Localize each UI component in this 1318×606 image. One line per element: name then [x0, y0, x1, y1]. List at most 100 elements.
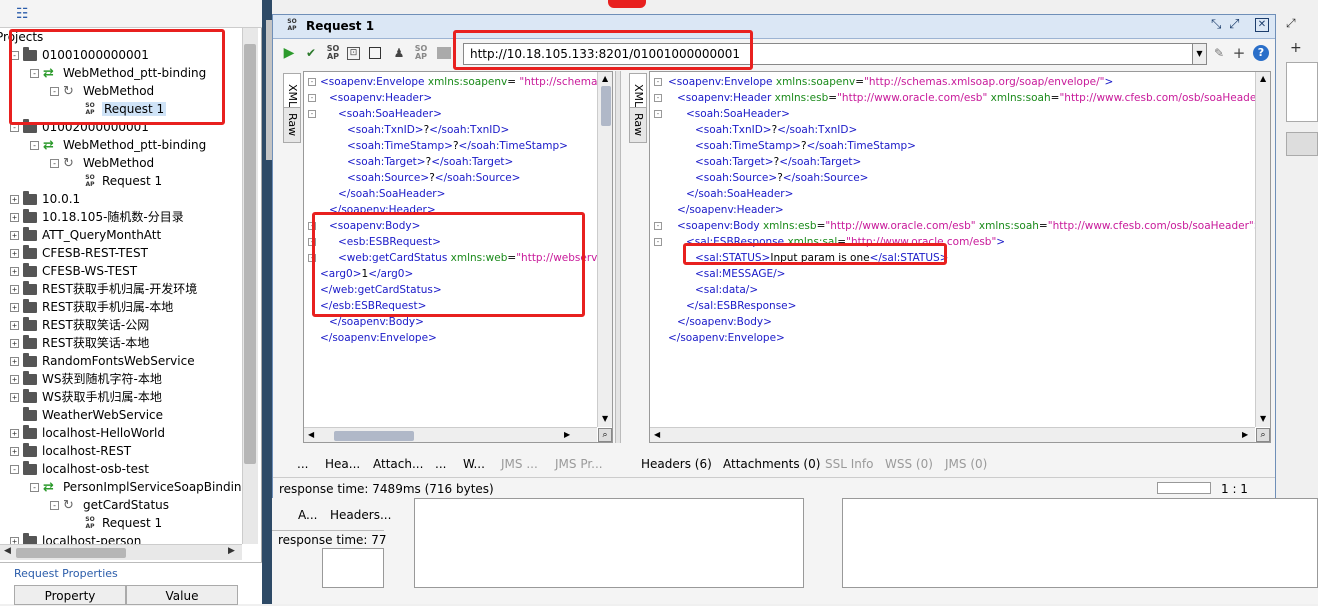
- xml-fold-toggle-icon[interactable]: -: [308, 110, 316, 118]
- bottom-tab[interactable]: ...: [297, 455, 308, 473]
- bottom-tab[interactable]: JMS ...: [501, 455, 538, 473]
- expand-toggle-icon[interactable]: +: [10, 375, 19, 384]
- request-zoom-icon[interactable]: ⌕: [598, 428, 612, 442]
- user-icon[interactable]: ♟: [391, 45, 407, 61]
- tree-item-binding[interactable]: - ⇄ WebMethod_ptt-binding: [30, 64, 206, 82]
- expand-toggle-icon[interactable]: +: [10, 231, 19, 240]
- expand-toggle-icon[interactable]: +: [10, 267, 19, 276]
- tree-item-project[interactable]: + localhost-REST: [10, 442, 131, 460]
- xml-fold-toggle-icon[interactable]: -: [308, 94, 316, 102]
- tree-item-project[interactable]: - 01001000000001: [10, 46, 149, 64]
- xml-fold-toggle-icon[interactable]: -: [654, 78, 662, 86]
- bottom-tab[interactable]: W...: [463, 455, 485, 473]
- tree-hscroll-thumb[interactable]: [16, 548, 126, 558]
- response-tab-raw[interactable]: Raw: [629, 107, 647, 143]
- tree-item-project[interactable]: + REST获取手机归属-本地: [10, 298, 173, 316]
- collapse-toggle-icon[interactable]: -: [30, 483, 39, 492]
- collapse-all-icon[interactable]: ☷: [16, 6, 29, 22]
- expand-toggle-icon[interactable]: +: [10, 447, 19, 456]
- tree-item-project[interactable]: - localhost-osb-test: [10, 460, 149, 478]
- xml-fold-toggle-icon[interactable]: -: [654, 238, 662, 246]
- soap-alt-icon[interactable]: SO AP: [413, 45, 429, 61]
- tree-item-project[interactable]: + REST获取笑话-公网: [10, 316, 149, 334]
- endpoint-dropdown-button[interactable]: ▼: [1193, 43, 1207, 65]
- tree-item-project[interactable]: + WS获到随机字符-本地: [10, 370, 162, 388]
- tree-item-project[interactable]: +10.0.1: [10, 190, 80, 208]
- tree-item-binding[interactable]: - ⇄ PersonImplServiceSoapBindin: [30, 478, 242, 496]
- tree-item-binding[interactable]: - ⇄ WebMethod_ptt-binding: [30, 136, 206, 154]
- collapse-toggle-icon[interactable]: -: [30, 141, 39, 150]
- tree-item-project[interactable]: + WS获取手机归属-本地: [10, 388, 162, 406]
- xml-fold-toggle-icon[interactable]: -: [654, 222, 662, 230]
- bg-tab-a[interactable]: A...: [298, 508, 317, 522]
- collapse-toggle-icon[interactable]: -: [10, 123, 19, 132]
- request-scroll-left-icon[interactable]: ◀: [308, 430, 314, 439]
- endpoint-url-field[interactable]: http://10.18.105.133:8201/01001000000001: [463, 43, 1193, 65]
- tree-horizontal-scrollbar[interactable]: ◀ ▶: [0, 544, 242, 560]
- response-horizontal-scrollbar[interactable]: ◀ ▶: [650, 427, 1255, 442]
- tree-item-project[interactable]: - 01002000000001: [10, 118, 149, 136]
- tree-scroll-thumb[interactable]: [244, 44, 256, 464]
- bg-tab-headers[interactable]: Headers...: [330, 508, 391, 522]
- bottom-tab[interactable]: Hea...: [325, 455, 360, 473]
- request-tab-raw[interactable]: Raw: [283, 107, 301, 143]
- tree-item-project[interactable]: + REST获取笑话-本地: [10, 334, 149, 352]
- bottom-tab[interactable]: Attachments (0): [723, 455, 820, 473]
- bottom-tab[interactable]: ...: [435, 455, 446, 473]
- tree-item-project[interactable]: + CFESB-REST-TEST: [10, 244, 148, 262]
- bottom-tab[interactable]: WSS (0): [885, 455, 933, 473]
- collapse-toggle-icon[interactable]: -: [50, 159, 59, 168]
- help-icon[interactable]: ?: [1253, 45, 1269, 61]
- expand-toggle-icon[interactable]: +: [10, 357, 19, 366]
- tree-item-request[interactable]: SO AP Request 1: [70, 100, 167, 118]
- xml-fold-toggle-icon[interactable]: -: [308, 222, 316, 230]
- tree-item-method[interactable]: - ↻ getCardStatus: [50, 496, 169, 514]
- bg-add-icon[interactable]: +: [1290, 40, 1302, 56]
- expand-toggle-icon[interactable]: +: [10, 213, 19, 222]
- expand-toggle-icon[interactable]: +: [10, 249, 19, 258]
- minimize-icon[interactable]: ⤡: [1211, 17, 1221, 32]
- response-xml-editor[interactable]: - <soapenv:Envelope xmlns:soapenv="http:/…: [649, 71, 1271, 443]
- xml-fold-toggle-icon[interactable]: -: [654, 110, 662, 118]
- tree-item-request[interactable]: SO AP Request 1: [70, 514, 162, 532]
- submit-request-icon[interactable]: ▶: [281, 45, 297, 61]
- collapse-toggle-icon[interactable]: -: [10, 465, 19, 474]
- expand-toggle-icon[interactable]: +: [10, 303, 19, 312]
- request-vscroll-thumb[interactable]: [601, 86, 611, 126]
- bottom-tab[interactable]: SSL Info: [825, 455, 873, 473]
- tree-item-project[interactable]: + CFESB-WS-TEST: [10, 262, 137, 280]
- request-scroll-up-icon[interactable]: ▲: [602, 74, 608, 83]
- tree-item-project[interactable]: + localhost-HelloWorld: [10, 424, 165, 442]
- scroll-left-arrow-icon[interactable]: ◀: [4, 546, 11, 556]
- xml-fold-toggle-icon[interactable]: -: [308, 238, 316, 246]
- tree-item-project[interactable]: + localhost-person: [10, 532, 141, 544]
- stop-icon[interactable]: [369, 47, 381, 59]
- request-scroll-right-icon[interactable]: ▶: [564, 430, 570, 439]
- expand-toggle-icon[interactable]: +: [10, 285, 19, 294]
- bg-restore-icon[interactable]: ⤢: [1286, 16, 1296, 31]
- response-scroll-right-icon[interactable]: ▶: [1242, 430, 1248, 439]
- response-zoom-icon[interactable]: ⌕: [1256, 428, 1270, 442]
- tree-item-project[interactable]: + ATT_QueryMonthAtt: [10, 226, 161, 244]
- bottom-tab[interactable]: JMS (0): [945, 455, 987, 473]
- xml-fold-toggle-icon[interactable]: -: [654, 94, 662, 102]
- request-hscroll-thumb[interactable]: [334, 431, 414, 441]
- request-scroll-down-icon[interactable]: ▼: [602, 414, 608, 423]
- property-column-header[interactable]: Property: [14, 585, 126, 605]
- disabled-tool-icon[interactable]: [437, 47, 451, 59]
- tile-editors-icon[interactable]: ⊡: [347, 47, 360, 60]
- request-vertical-scrollbar[interactable]: ▲ ▼: [597, 72, 612, 427]
- collapse-toggle-icon[interactable]: -: [30, 69, 39, 78]
- xml-fold-toggle-icon[interactable]: -: [308, 78, 316, 86]
- tree-item-project[interactable]: + RandomFontsWebService: [10, 352, 195, 370]
- soap-format-icon[interactable]: SO AP: [325, 45, 341, 61]
- response-scroll-up-icon[interactable]: ▲: [1260, 74, 1266, 83]
- response-vertical-scrollbar[interactable]: ▲ ▼: [1255, 72, 1270, 427]
- collapse-toggle-icon[interactable]: -: [50, 87, 59, 96]
- value-column-header[interactable]: Value: [126, 585, 238, 605]
- tree-item-project[interactable]: +10.18.105-随机数-分目录: [10, 208, 184, 226]
- bottom-tab[interactable]: Attach...: [373, 455, 423, 473]
- add-assertion-icon[interactable]: ✔: [303, 45, 319, 61]
- bottom-tab[interactable]: JMS Pr...: [555, 455, 603, 473]
- tree-item-request[interactable]: SO AP Request 1: [70, 172, 162, 190]
